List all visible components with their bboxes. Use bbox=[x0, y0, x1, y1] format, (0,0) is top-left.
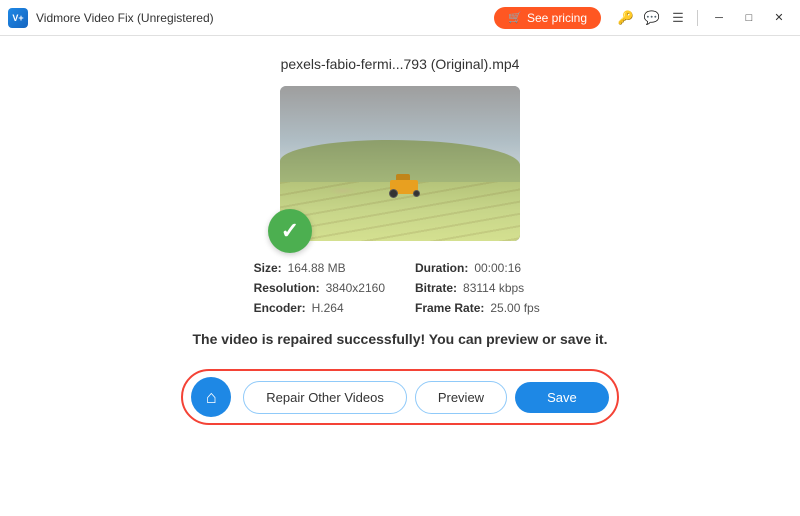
size-label: Size: bbox=[254, 261, 282, 275]
success-badge: ✓ bbox=[268, 209, 312, 253]
encoder-label: Encoder: bbox=[254, 301, 306, 315]
size-row: Size: 164.88 MB bbox=[254, 261, 385, 275]
preview-button[interactable]: Preview bbox=[415, 381, 507, 414]
framerate-value: 25.00 fps bbox=[490, 301, 539, 315]
close-button[interactable]: ✕ bbox=[766, 8, 792, 28]
duration-label: Duration: bbox=[415, 261, 468, 275]
titlebar-right: 🛒 See pricing 🔑 💬 ☰ ─ □ ✕ bbox=[494, 7, 792, 29]
main-content: pexels-fabio-fermi...793 (Original).mp4 … bbox=[0, 36, 800, 516]
encoder-value: H.264 bbox=[312, 301, 344, 315]
resolution-label: Resolution: bbox=[254, 281, 320, 295]
framerate-label: Frame Rate: bbox=[415, 301, 484, 315]
tractor-wheel-left bbox=[389, 189, 398, 198]
home-button[interactable]: ⌂ bbox=[191, 377, 231, 417]
menu-icon-btn[interactable]: ☰ bbox=[667, 7, 689, 29]
bitrate-label: Bitrate: bbox=[415, 281, 457, 295]
bitrate-row: Bitrate: 83114 kbps bbox=[415, 281, 546, 295]
success-message: The video is repaired successfully! You … bbox=[193, 331, 608, 347]
titlebar: V+ Vidmore Video Fix (Unregistered) 🛒 Se… bbox=[0, 0, 800, 36]
bitrate-value: 83114 kbps bbox=[463, 281, 524, 295]
check-icon: ✓ bbox=[281, 218, 299, 244]
tractor-wheel-right bbox=[413, 190, 420, 197]
titlebar-left: V+ Vidmore Video Fix (Unregistered) bbox=[8, 8, 214, 28]
encoder-row: Encoder: H.264 bbox=[254, 301, 385, 315]
video-thumbnail-container: ✓ bbox=[280, 86, 520, 241]
metadata-grid: Size: 164.88 MB Duration: 00:00:16 Resol… bbox=[254, 261, 547, 315]
maximize-button[interactable]: □ bbox=[736, 8, 762, 28]
size-value: 164.88 MB bbox=[288, 261, 346, 275]
resolution-value: 3840x2160 bbox=[326, 281, 385, 295]
action-row: ⌂ Repair Other Videos Preview Save bbox=[181, 369, 618, 425]
duration-value: 00:00:16 bbox=[474, 261, 521, 275]
tractor bbox=[388, 178, 420, 198]
save-button[interactable]: Save bbox=[515, 382, 609, 413]
search-icon-btn[interactable]: 🔑 bbox=[615, 7, 637, 29]
minimize-button[interactable]: ─ bbox=[706, 8, 732, 28]
repair-other-button[interactable]: Repair Other Videos bbox=[243, 381, 407, 414]
video-thumbnail bbox=[280, 86, 520, 241]
see-pricing-button[interactable]: 🛒 See pricing bbox=[494, 7, 601, 29]
app-icon: V+ bbox=[8, 8, 28, 28]
chat-icon-btn[interactable]: 💬 bbox=[641, 7, 663, 29]
resolution-row: Resolution: 3840x2160 bbox=[254, 281, 385, 295]
titlebar-divider bbox=[697, 10, 698, 26]
home-icon: ⌂ bbox=[206, 387, 217, 408]
framerate-row: Frame Rate: 25.00 fps bbox=[415, 301, 546, 315]
duration-row: Duration: 00:00:16 bbox=[415, 261, 546, 275]
video-title: pexels-fabio-fermi...793 (Original).mp4 bbox=[281, 56, 520, 72]
cart-icon: 🛒 bbox=[508, 11, 522, 24]
dust-layer bbox=[328, 187, 358, 195]
titlebar-icons: 🔑 💬 ☰ ─ □ ✕ bbox=[615, 7, 792, 29]
app-title: Vidmore Video Fix (Unregistered) bbox=[36, 11, 214, 25]
